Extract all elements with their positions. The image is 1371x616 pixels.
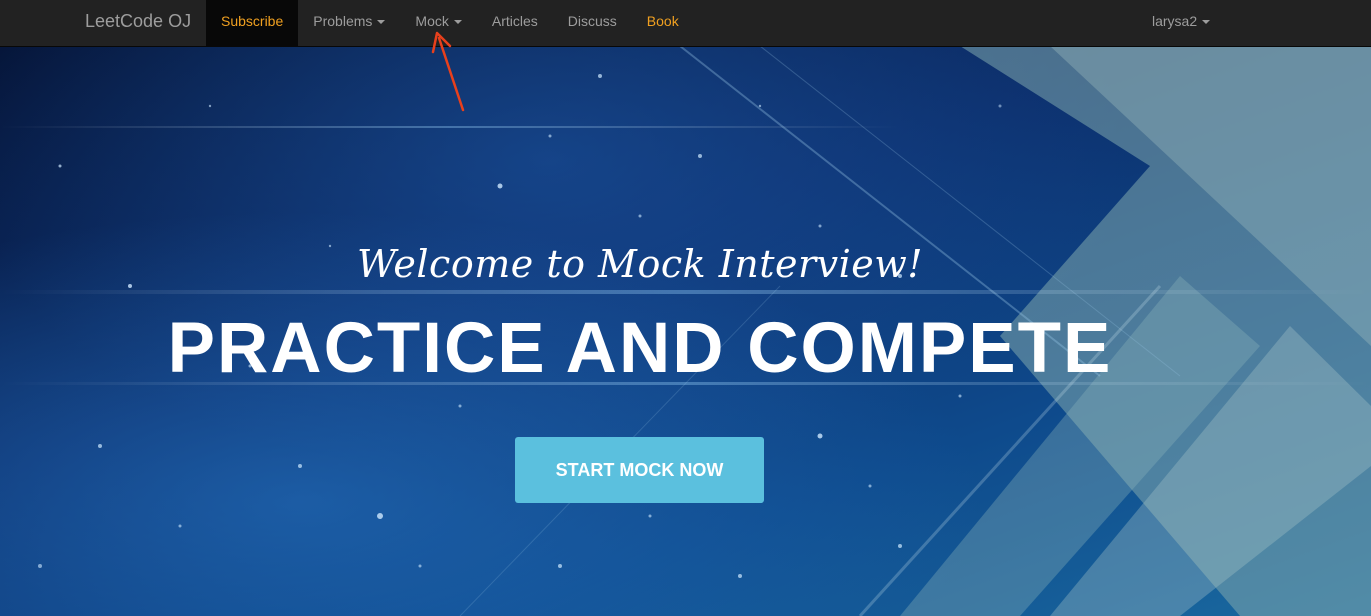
practice-compete-headline: PRACTICE AND COMPETE [167, 309, 1113, 388]
caret-down-icon [377, 20, 386, 25]
nav-item-label: Articles [491, 13, 538, 29]
nav-item-label: Subscribe [221, 13, 284, 29]
page: LeetCode OJ Subscribe Problems Mock Arti… [0, 0, 1371, 616]
top-navbar: LeetCode OJ Subscribe Problems Mock Arti… [0, 0, 1371, 47]
nav-item-subscribe[interactable]: Subscribe [206, 0, 299, 46]
nav-item-book[interactable]: Book [632, 0, 694, 46]
nav-item-discuss[interactable]: Discuss [553, 0, 632, 46]
nav-item-label: Problems [313, 13, 373, 29]
nav-item-articles[interactable]: Articles [477, 0, 553, 46]
caret-down-icon [1202, 20, 1211, 25]
user-menu[interactable]: larysa2 [1137, 0, 1225, 46]
nav-item-label: Book [646, 13, 679, 29]
welcome-heading: Welcome to Mock Interview! [356, 242, 924, 286]
start-mock-button[interactable]: START MOCK NOW [515, 437, 764, 503]
hero-banner: Welcome to Mock Interview! PRACTICE AND … [0, 46, 1371, 616]
brand-logo[interactable]: LeetCode OJ [85, 0, 191, 46]
main-nav: Subscribe Problems Mock Articles Discuss… [206, 0, 694, 46]
nav-item-mock[interactable]: Mock [400, 0, 476, 46]
nav-item-problems[interactable]: Problems [298, 0, 400, 46]
nav-item-label: Discuss [567, 13, 617, 29]
caret-down-icon [453, 20, 462, 25]
nav-item-label: Mock [415, 13, 449, 29]
user-name: larysa2 [1152, 13, 1198, 29]
